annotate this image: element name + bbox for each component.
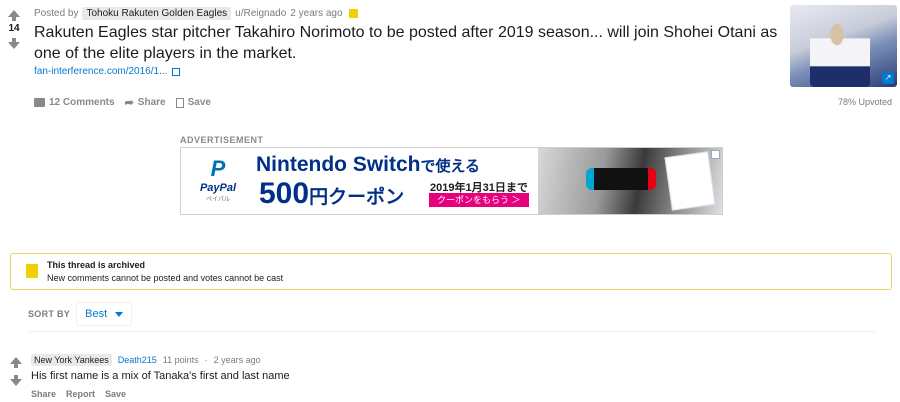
thumbnail-image	[810, 17, 870, 87]
post-link-text[interactable]: fan-interference.com/2016/1...	[34, 66, 167, 77]
post-flair: Tohoku Rakuten Golden Eagles	[82, 6, 232, 20]
share-button[interactable]: ➦ Share	[125, 96, 166, 109]
external-link-icon	[172, 67, 181, 76]
comment-report-button[interactable]: Report	[66, 389, 95, 399]
share-label: Share	[137, 97, 166, 108]
adchoices-icon[interactable]	[711, 150, 720, 159]
comment-vote-column	[10, 356, 22, 392]
divider	[28, 331, 875, 332]
ad-amount-number: 500	[259, 177, 310, 210]
comment-body: His first name is a mix of Tanaka's firs…	[31, 370, 290, 382]
comment-save-button[interactable]: Save	[105, 389, 126, 399]
comment-share-button[interactable]: Share	[31, 389, 56, 399]
archived-notice: This thread is archived New comments can…	[10, 253, 892, 290]
upvoted-percentage: 78% Upvoted	[837, 97, 892, 107]
comments-button[interactable]: 12 Comments	[34, 97, 115, 108]
advertisement-label: ADVERTISEMENT	[180, 135, 264, 145]
ad-headline-product: Nintendo Switch	[256, 153, 421, 176]
sort-dropdown[interactable]: Best	[76, 302, 133, 326]
comment-points: 11 points	[162, 355, 199, 365]
comment: New York Yankees Death215 11 points · 2 …	[0, 350, 900, 402]
comments-label: 12 Comments	[49, 97, 115, 108]
save-label: Save	[187, 97, 211, 108]
gift-card-image	[664, 151, 716, 211]
post-meta: Posted by Tohoku Rakuten Golden Eagles u…	[34, 6, 358, 20]
comment-author[interactable]: Death215	[118, 355, 157, 365]
gold-award-icon	[348, 8, 358, 18]
post-card: 14 Posted by Tohoku Rakuten Golden Eagle…	[0, 0, 900, 122]
downvote-arrow-icon[interactable]	[7, 37, 21, 49]
ad-headline: Nintendo Switchで使える	[256, 153, 480, 177]
post-author[interactable]: u/Reignado	[235, 8, 286, 19]
posted-by-label: Posted by	[34, 7, 79, 19]
ad-amount-jp: 円クーポン	[309, 187, 405, 208]
sort-label: SORT BY	[28, 309, 71, 319]
ad-headline-jp: で使える	[420, 158, 481, 175]
archived-title: This thread is archived	[47, 260, 146, 270]
paypal-logo: P PayPal ペイパル	[193, 156, 243, 206]
post-title[interactable]: Rakuten Eagles star pitcher Takahiro Nor…	[34, 22, 784, 64]
archived-subtitle: New comments cannot be posted and votes …	[47, 273, 284, 283]
comment-flair: New York Yankees	[31, 354, 112, 366]
comment-time[interactable]: 2 years ago	[214, 355, 261, 365]
advertisement-banner[interactable]: P PayPal ペイパル Nintendo Switchで使える 500円クー…	[180, 147, 723, 215]
post-actions: 12 Comments ➦ Share Save	[34, 96, 211, 109]
ad-cta-button[interactable]: クーポンをもらう ＞	[429, 193, 529, 207]
paypal-logo-name: PayPal	[199, 182, 237, 194]
paypal-logo-sub: ペイパル	[206, 197, 230, 203]
ad-photo	[538, 148, 722, 214]
sort-bar: SORT BY Best	[28, 302, 133, 326]
comment-meta: New York Yankees Death215 11 points · 2 …	[31, 354, 261, 366]
save-icon	[175, 97, 184, 108]
comment-downvote-arrow-icon[interactable]	[10, 374, 22, 386]
upvote-arrow-icon[interactable]	[7, 9, 21, 21]
comment-actions: Share Report Save	[31, 389, 126, 399]
comment-upvote-arrow-icon[interactable]	[10, 356, 22, 368]
ad-amount: 500円クーポン	[259, 178, 404, 214]
post-thumbnail[interactable]: ↗	[790, 5, 897, 87]
share-icon: ➦	[124, 97, 134, 109]
post-link[interactable]: fan-interference.com/2016/1...	[34, 66, 181, 77]
paypal-logo-mark: P	[210, 156, 226, 181]
post-score: 14	[8, 23, 20, 34]
comment-separator: ·	[204, 355, 208, 365]
external-link-badge-icon: ↗	[882, 72, 894, 84]
save-button[interactable]: Save	[175, 97, 211, 108]
sort-value: Best	[85, 308, 108, 320]
comment-icon	[34, 98, 45, 107]
archive-icon	[26, 264, 38, 278]
post-vote-column: 14	[7, 9, 21, 49]
post-time: 2 years ago	[290, 7, 343, 19]
chevron-down-icon	[115, 311, 124, 317]
nintendo-switch-image	[586, 168, 656, 190]
